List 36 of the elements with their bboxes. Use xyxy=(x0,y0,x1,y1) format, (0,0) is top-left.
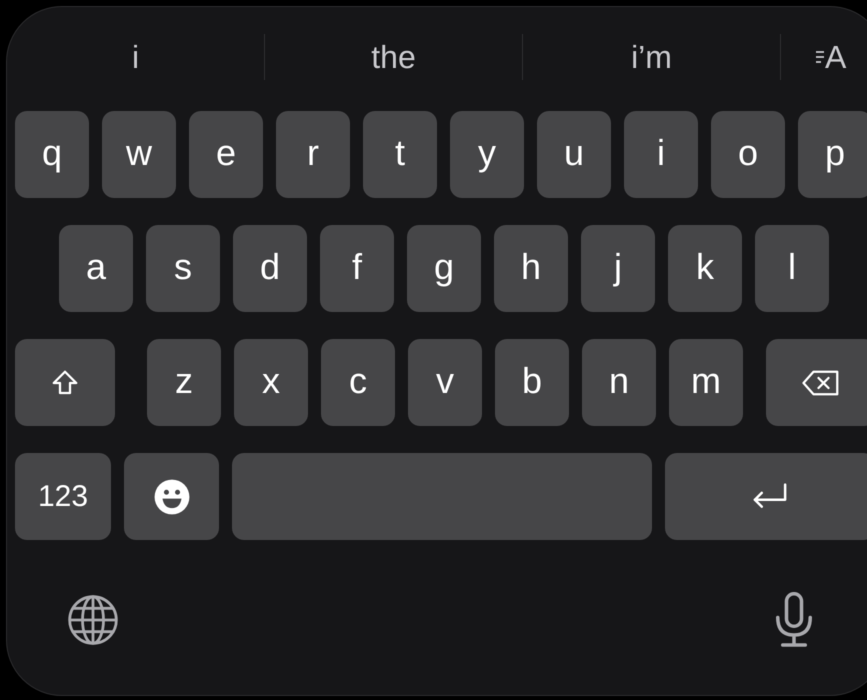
suggestion[interactable]: i’m xyxy=(523,33,780,81)
letter-key[interactable]: v xyxy=(408,339,482,426)
letter-key[interactable]: q xyxy=(15,111,89,198)
letter-key[interactable]: l xyxy=(755,225,829,312)
letter-key[interactable]: t xyxy=(363,111,437,198)
letter-key[interactable]: d xyxy=(233,225,307,312)
letter-key[interactable]: e xyxy=(189,111,263,198)
lines-icon xyxy=(815,49,825,65)
suggestion[interactable]: i xyxy=(7,33,264,81)
letter-key[interactable]: h xyxy=(494,225,568,312)
letter-key[interactable]: a xyxy=(59,225,133,312)
letter-key[interactable]: o xyxy=(711,111,785,198)
letter-key[interactable]: p xyxy=(798,111,867,198)
suggestion[interactable]: the xyxy=(265,33,522,81)
letter-key[interactable]: s xyxy=(146,225,220,312)
letter-key[interactable]: r xyxy=(276,111,350,198)
delete-key[interactable] xyxy=(766,339,867,426)
letter-key[interactable]: g xyxy=(407,225,481,312)
letter-key[interactable]: w xyxy=(102,111,176,198)
letter-key[interactable]: n xyxy=(582,339,656,426)
emoji-key[interactable] xyxy=(124,453,219,540)
letter-key[interactable]: m xyxy=(669,339,743,426)
letter-key[interactable]: j xyxy=(581,225,655,312)
letter-key[interactable]: f xyxy=(320,225,394,312)
format-button[interactable]: A xyxy=(815,33,846,81)
letter-key[interactable]: x xyxy=(234,339,308,426)
smiley-icon xyxy=(152,478,190,516)
letter-key[interactable]: k xyxy=(668,225,742,312)
letter-key[interactable]: y xyxy=(450,111,524,198)
letter-key[interactable]: u xyxy=(537,111,611,198)
letter-key[interactable]: c xyxy=(321,339,395,426)
letter-key[interactable]: i xyxy=(624,111,698,198)
letter-key[interactable]: z xyxy=(147,339,221,426)
numbers-key[interactable]: 123 xyxy=(15,453,111,540)
letter-key[interactable]: b xyxy=(495,339,569,426)
backspace-icon xyxy=(801,368,841,398)
